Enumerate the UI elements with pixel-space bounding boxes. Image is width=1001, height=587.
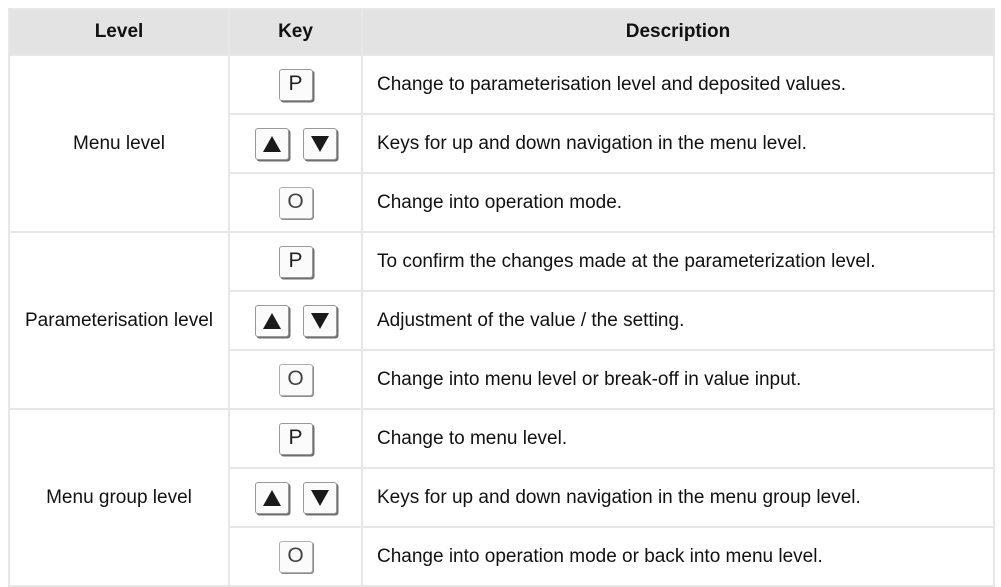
down-triangle-icon bbox=[302, 304, 337, 337]
description-cell: To confirm the changes made at the param… bbox=[361, 231, 995, 292]
key-cell bbox=[228, 113, 363, 174]
key-cell: P bbox=[228, 231, 363, 292]
header-key-label: Key bbox=[278, 21, 313, 42]
description-cell: Adjustment of the value / the setting. bbox=[361, 290, 995, 351]
level-label: Parameterisation level bbox=[25, 309, 213, 331]
key-cell: P bbox=[228, 408, 363, 469]
header-description-label: Description bbox=[625, 21, 731, 42]
key-cell: O bbox=[228, 349, 363, 410]
description-cell: Keys for up and down navigation in the m… bbox=[361, 467, 995, 528]
level-label: Menu group level bbox=[46, 486, 192, 508]
header-key: Key bbox=[228, 8, 363, 56]
key-cell: P bbox=[228, 54, 363, 115]
level-cell-menu-group: Menu group level bbox=[8, 408, 230, 587]
description-cell: Change into operation mode or back into … bbox=[361, 526, 995, 587]
key-cell: O bbox=[228, 526, 363, 587]
down-triangle-icon bbox=[302, 481, 337, 514]
p-key-icon: P bbox=[278, 68, 313, 101]
header-description: Description bbox=[361, 8, 995, 56]
key-function-table: Level Key Description Menu level P Chang… bbox=[8, 8, 995, 587]
o-key-icon: O bbox=[278, 540, 313, 573]
level-cell-parameterisation: Parameterisation level bbox=[8, 231, 230, 410]
o-key-icon: O bbox=[278, 363, 313, 396]
level-label: Menu level bbox=[73, 132, 165, 154]
up-triangle-icon bbox=[254, 304, 289, 337]
key-cell bbox=[228, 290, 363, 351]
p-key-icon: P bbox=[278, 422, 313, 455]
key-function-table-frame: Level Key Description Menu level P Chang… bbox=[0, 0, 1001, 587]
level-cell-menu: Menu level bbox=[8, 54, 230, 233]
p-key-icon: P bbox=[278, 245, 313, 278]
header-level-label: Level bbox=[94, 21, 144, 42]
down-triangle-icon bbox=[302, 127, 337, 160]
description-cell: Keys for up and down navigation in the m… bbox=[361, 113, 995, 174]
table-row: Menu group level P Change to menu level. bbox=[8, 408, 995, 587]
description-cell: Change into menu level or break-off in v… bbox=[361, 349, 995, 410]
key-cell bbox=[228, 467, 363, 528]
up-triangle-icon bbox=[254, 127, 289, 160]
description-cell: Change to parameterisation level and dep… bbox=[361, 54, 995, 115]
description-cell: Change to menu level. bbox=[361, 408, 995, 469]
key-cell: O bbox=[228, 172, 363, 233]
table-row: Menu level P Change to parameterisation … bbox=[8, 54, 995, 233]
header-level: Level bbox=[8, 8, 230, 56]
up-triangle-icon bbox=[254, 481, 289, 514]
table-header-row: Level Key Description bbox=[8, 8, 995, 56]
o-key-icon: O bbox=[278, 186, 313, 219]
table-row: Parameterisation level P To confirm the … bbox=[8, 231, 995, 410]
description-cell: Change into operation mode. bbox=[361, 172, 995, 233]
